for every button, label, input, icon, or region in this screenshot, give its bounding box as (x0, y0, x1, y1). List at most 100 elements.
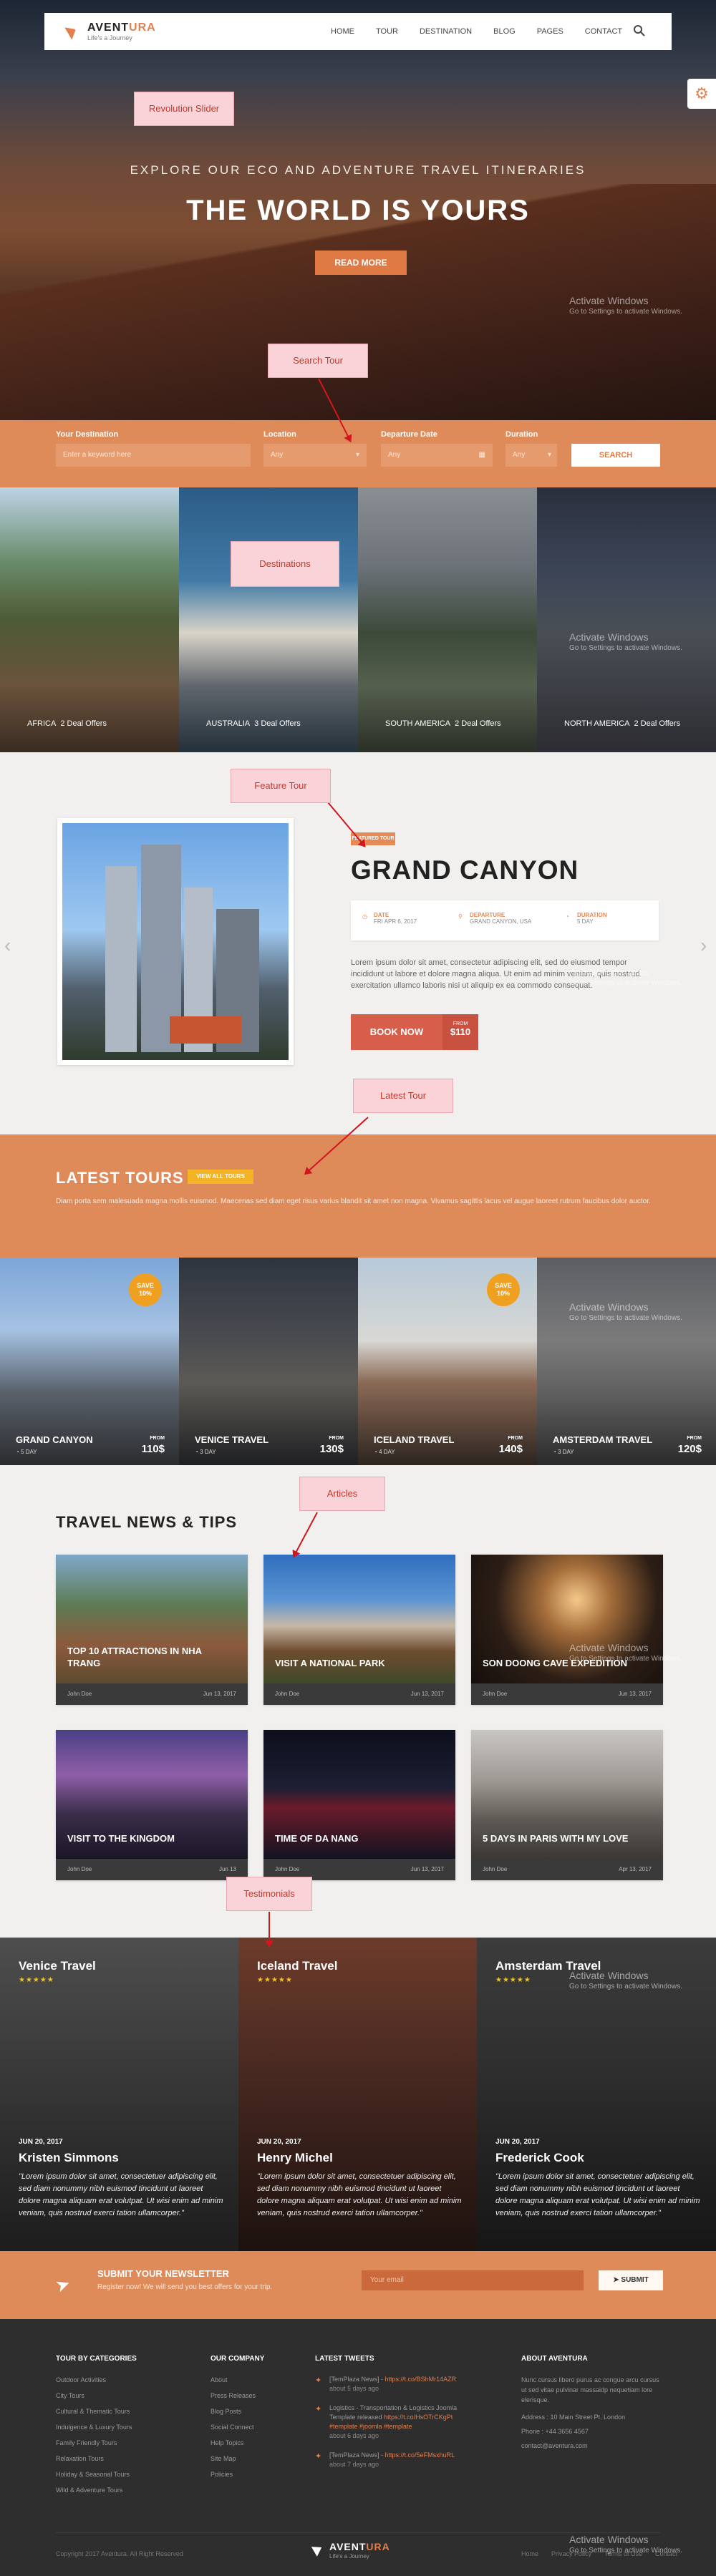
destination-offers: 3 Deal Offers (254, 719, 301, 728)
view-all-tours-button[interactable]: VIEW ALL TOURS (188, 1170, 253, 1184)
annotation-destinations: Destinations (231, 541, 339, 587)
nav-destination[interactable]: DESTINATION (420, 27, 472, 36)
testimonial-name: Kristen Simmons (19, 2151, 119, 2164)
article-card[interactable]: VISIT TO THE KINGDOM John Doe Jun 13 (56, 1730, 248, 1880)
testimonial-quote: "Lorem ipsum dolor sit amet, consectetue… (19, 2172, 223, 2217)
chevron-left-icon[interactable]: ‹ (4, 934, 11, 957)
article-card[interactable]: 5 DAYS IN PARIS WITH MY LOVE John Doe Apr … (471, 1730, 663, 1880)
tour-card[interactable]: SAVE 10% GRAND CANYON ◔ 5 DAY FROM 110$ (0, 1258, 179, 1465)
search-button[interactable]: SEARCH (571, 444, 660, 467)
chevron-down-icon: ▾ (355, 451, 359, 459)
settings-gear-icon[interactable]: ⚙ (687, 79, 716, 109)
annotation-feature: Feature Tour (231, 769, 331, 803)
destination-card[interactable]: NORTH AMERICA 2 Deal Offers (537, 487, 716, 752)
footer-link[interactable]: Blog Posts (211, 2404, 256, 2419)
tour-days: ◔ 4 DAY (374, 1449, 395, 1455)
footer-link[interactable]: Outdoor Activities (56, 2372, 132, 2388)
article-date: Jun 13, 2017 (410, 1691, 444, 1697)
tweet-link[interactable]: https://t.co/5eFMsxhuRL (385, 2451, 455, 2459)
footer-link[interactable]: Indulgence & Luxury Tours (56, 2419, 132, 2435)
footer-bottom-link[interactable]: Home (521, 2550, 538, 2557)
footer-categories-list: Outdoor Activities City Tours Cultural &… (56, 2372, 132, 2498)
destination-card[interactable]: SOUTH AMERICA 2 Deal Offers (358, 487, 537, 752)
destination-input[interactable]: Enter a keyword here (56, 444, 251, 467)
footer-link[interactable]: Social Connect (211, 2419, 256, 2435)
rating-stars-icon: ★★★★★ (19, 1976, 54, 1984)
newsletter-title: SUBMIT YOUR NEWSLETTER (97, 2268, 229, 2279)
footer-about: Nunc cursus libero purus ac congue arcu … (521, 2375, 664, 2451)
nav-tour[interactable]: TOUR (376, 27, 398, 36)
article-author: John Doe (275, 1691, 300, 1697)
nav-home[interactable]: HOME (331, 27, 354, 36)
book-now-button[interactable]: BOOK NOW FROM $110 (351, 1014, 478, 1050)
testimonial-quote: "Lorem ipsum dolor sit amet, consectetue… (257, 2172, 462, 2217)
testimonial-card: Iceland Travel ★★★★★ JUN 20, 2017 Henry Mi… (238, 1938, 477, 2251)
annotation-slider: Revolution Slider (134, 92, 234, 126)
footer-col2-title: OUR COMPANY (211, 2355, 265, 2363)
windows-watermark: Activate Windows Go to Settings to activa… (569, 295, 682, 316)
article-card[interactable]: SON DOONG CAVE EXPEDITION John Doe Jun 13,… (471, 1555, 663, 1705)
windows-watermark: Activate Windows Go to Settings to activa… (569, 1642, 682, 1663)
article-card[interactable]: VISIT A NATIONAL PARK John Doe Jun 13, 201… (263, 1555, 455, 1705)
read-more-button[interactable]: READ MORE (315, 251, 407, 275)
footer-link[interactable]: Family Friendly Tours (56, 2435, 132, 2451)
tweet-link[interactable]: https://t.co/BShMr14AZR (385, 2376, 457, 2383)
duration-select[interactable]: Any ▾ (505, 444, 557, 467)
featured-info-box: ◷ DATE FRI APR 6, 2017 ⚲ DEPARTURE GRAND CAN… (351, 900, 659, 941)
article-title: VISIT TO THE KINGDOM (67, 1833, 175, 1844)
article-card[interactable]: TIME OF DA NANG John Doe Jun 13, 2017 (263, 1730, 455, 1880)
article-card[interactable]: TOP 10 ATTRACTIONS IN NHA TRANG John Doe J… (56, 1555, 248, 1705)
destination-card[interactable]: AUSTRALIA 3 Deal Offers (179, 487, 358, 752)
latest-description: Diam porta sem malesuada magna mollis eu… (56, 1197, 651, 1205)
footer-link[interactable]: Policies (211, 2466, 256, 2482)
footer-link[interactable]: Cultural & Thematic Tours (56, 2404, 132, 2419)
twitter-icon: ✦ (315, 2405, 322, 2414)
chevron-right-icon[interactable]: › (700, 934, 707, 957)
featured-tour-image[interactable] (57, 818, 294, 1065)
tour-card[interactable]: VENICE TRAVEL ◔ 3 DAY FROM 130$ (179, 1258, 358, 1465)
clock-icon: ◔ (566, 913, 569, 920)
article-date: Apr 13, 2017 (619, 1866, 652, 1872)
annotation-arrow (293, 1512, 318, 1557)
tour-card[interactable]: SAVE 10% ICELAND TRAVEL ◔ 4 DAY FROM 140$ (358, 1258, 537, 1465)
destination-card[interactable]: AFRICA 2 Deal Offers (0, 487, 179, 752)
footer-link[interactable]: Site Map (211, 2451, 256, 2466)
tour-card[interactable]: AMSTERDAM TRAVEL ◔ 3 DAY FROM 120$ (537, 1258, 716, 1465)
footer-link[interactable]: Wild & Adventure Tours (56, 2482, 132, 2498)
footer-link[interactable]: Relaxation Tours (56, 2451, 132, 2466)
rating-stars-icon: ★★★★★ (495, 1976, 531, 1984)
destination-name: SOUTH AMERICA (385, 719, 451, 728)
footer-link[interactable]: Press Releases (211, 2388, 256, 2404)
footer-link[interactable]: City Tours (56, 2388, 132, 2404)
search-icon[interactable] (633, 24, 646, 37)
footer-link[interactable]: Help Topics (211, 2435, 256, 2451)
testimonial-name: Henry Michel (257, 2151, 333, 2164)
location-select[interactable]: Any ▾ (263, 444, 367, 467)
destination-offers: 2 Deal Offers (634, 719, 681, 728)
windows-watermark: Activate Windows Go to Settings to activa… (569, 1301, 682, 1322)
tour-days: ◔ 3 DAY (553, 1449, 574, 1455)
footer-link[interactable]: About (211, 2372, 256, 2388)
newsletter-submit-button[interactable]: ➤ SUBMIT (599, 2270, 663, 2290)
footer-company-list: About Press Releases Blog Posts Social C… (211, 2372, 256, 2482)
newsletter-email-input[interactable]: Your email (362, 2270, 584, 2290)
windows-watermark: Activate Windows Go to Settings to activa… (569, 631, 682, 652)
date-input[interactable]: Any ▦ (381, 444, 493, 467)
testimonial-quote: "Lorem ipsum dolor sit amet, consectetue… (495, 2172, 700, 2217)
hero-subtitle: EXPLORE OUR ECO AND ADVENTURE TRAVEL ITI… (130, 163, 586, 177)
location-label: Location (263, 430, 296, 439)
tour-name: GRAND CANYON (16, 1434, 93, 1445)
tweet: ✦ Logistics - Transportation & Logistics … (315, 2404, 458, 2439)
send-icon: ➤ (613, 2276, 621, 2284)
destination-name: NORTH AMERICA (564, 719, 630, 728)
duration-label: Duration (505, 430, 538, 439)
nav-contact[interactable]: CONTACT (585, 27, 622, 36)
brand-name-b: URA (129, 21, 156, 34)
address: Address : 10 Main Street Pt. London (521, 2414, 626, 2421)
footer-link[interactable]: Holiday & Seasonal Tours (56, 2466, 132, 2482)
email[interactable]: contact@aventura.com (521, 2441, 664, 2451)
nav-blog[interactable]: BLOG (493, 27, 516, 36)
tour-price: 140$ (498, 1443, 523, 1455)
testimonial-date: JUN 20, 2017 (19, 2138, 63, 2146)
nav-pages[interactable]: PAGES (537, 27, 563, 36)
